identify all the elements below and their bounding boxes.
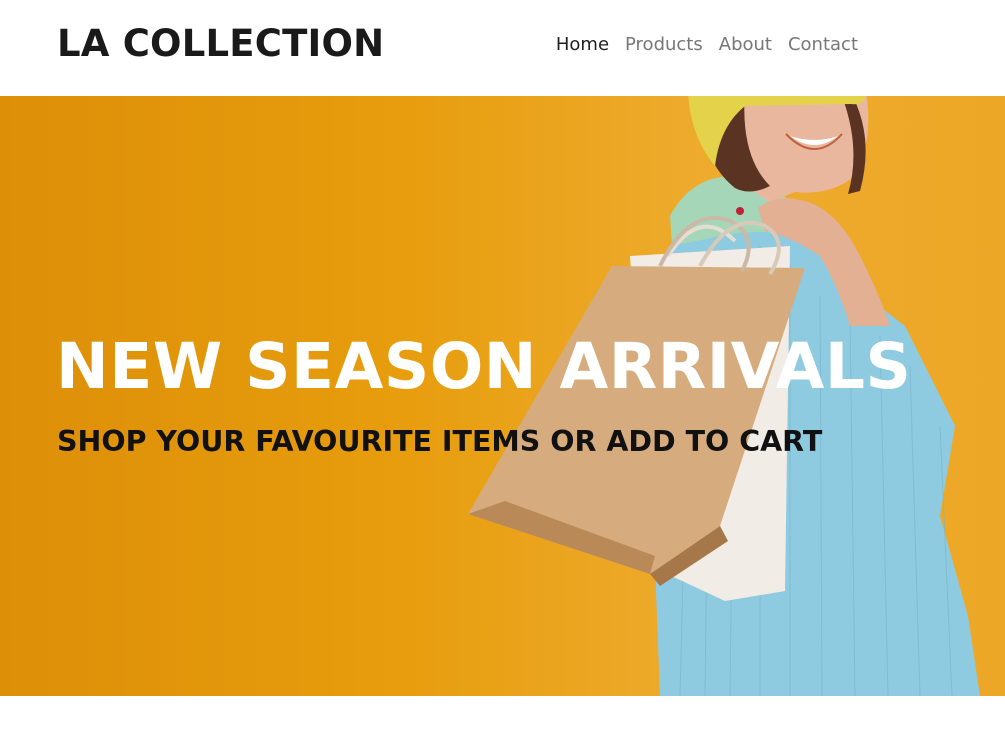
- nav-about-link[interactable]: About: [719, 34, 772, 55]
- navbar: LA COLLECTION Home Products About Contac…: [0, 0, 1005, 96]
- hero-subtitle: SHOP YOUR FAVOURITE ITEMS OR ADD TO CART: [57, 425, 823, 458]
- hero-banner: NEW SEASON ARRIVALS SHOP YOUR FAVOURITE …: [0, 96, 1005, 696]
- nav-links: Home Products About Contact: [556, 34, 858, 55]
- hero-title: NEW SEASON ARRIVALS: [56, 330, 912, 403]
- nav-products-link[interactable]: Products: [625, 34, 703, 55]
- brand-logo[interactable]: LA COLLECTION: [57, 22, 384, 65]
- nav-home-link[interactable]: Home: [556, 34, 609, 55]
- nav-contact-link[interactable]: Contact: [788, 34, 858, 55]
